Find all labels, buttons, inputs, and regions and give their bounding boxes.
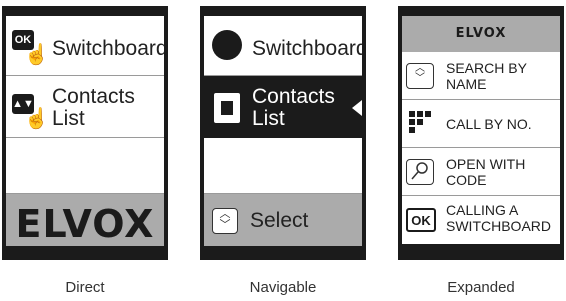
elvox-logo: ELVOX: [455, 26, 507, 41]
open-line1: OPEN WITH: [446, 156, 526, 172]
contacts-list-label: Contacts List: [252, 86, 335, 130]
search-line1: SEARCH BY: [446, 60, 527, 76]
calling-line2: SWITCHBOARD: [446, 218, 551, 234]
calling-line1: CALLING A: [446, 202, 519, 218]
open-with-code-label: OPEN WITH CODE: [446, 156, 525, 188]
navigable-panel: Switchboard Contacts List ︿ ﹀ Select: [200, 6, 366, 260]
call-by-number-item[interactable]: CALL BY NO.: [402, 100, 560, 148]
elvox-logo: ELVOX: [15, 202, 155, 246]
select-label: Select: [250, 209, 309, 232]
open-line2: CODE: [446, 172, 487, 188]
key-icon: [406, 159, 434, 185]
header: ELVOX: [402, 16, 560, 52]
calling-switchboard-item[interactable]: OK CALLING A SWITCHBOARD: [402, 196, 560, 244]
search-by-name-label: SEARCH BY NAME: [446, 60, 527, 92]
select-bar[interactable]: ︿ ﹀ Select: [204, 194, 362, 246]
logo-area: ELVOX: [6, 194, 164, 246]
contacts-label-line1: Contacts: [252, 85, 335, 108]
ok-icon: OK: [406, 208, 436, 232]
open-with-code-item[interactable]: OPEN WITH CODE: [402, 148, 560, 196]
hand-pointer-icon: ☝: [24, 44, 49, 66]
navigable-caption: Navigable: [249, 279, 317, 296]
empty-item: [6, 138, 164, 194]
direct-panel: OK ☝ Switchboard ▲▼ ☝ Contacts List ELVO…: [2, 6, 168, 260]
call-by-number-label: CALL BY NO.: [446, 116, 532, 132]
switchboard-label: Switchboard: [52, 37, 164, 60]
selection-pointer-icon: [352, 100, 362, 116]
search-line2: NAME: [446, 76, 487, 92]
expanded-screen: ELVOX ︿ ﹀ SEARCH BY NAME CALL BY NO. OPE…: [402, 16, 560, 246]
search-by-name-item[interactable]: ︿ ﹀ SEARCH BY NAME: [402, 52, 560, 100]
operator-headset-icon: [212, 30, 242, 60]
keypad-icon: [408, 110, 432, 134]
contacts-list-label: Contacts List: [52, 86, 135, 130]
expanded-caption: Expanded: [447, 279, 515, 296]
switchboard-item[interactable]: Switchboard: [204, 16, 362, 76]
expanded-panel: ELVOX ︿ ﹀ SEARCH BY NAME CALL BY NO. OPE…: [398, 6, 564, 260]
navigable-screen: Switchboard Contacts List ︿ ﹀ Select: [204, 16, 362, 246]
contacts-label-line1: Contacts: [52, 85, 135, 108]
contacts-label-line2: List: [252, 107, 285, 130]
switchboard-label: Switchboard: [252, 37, 362, 60]
contacts-label-line2: List: [52, 107, 85, 130]
calling-switchboard-label: CALLING A SWITCHBOARD: [446, 202, 551, 234]
hand-pointer-icon: ☝: [24, 108, 49, 130]
contacts-list-item-selected[interactable]: Contacts List: [204, 76, 362, 138]
direct-screen: OK ☝ Switchboard ▲▼ ☝ Contacts List ELVO…: [6, 16, 164, 246]
direct-caption: Direct: [65, 279, 105, 296]
empty-item: [204, 138, 362, 194]
bottom-bar: [402, 244, 560, 246]
up-down-arrows-icon: ︿ ﹀: [406, 63, 434, 89]
switchboard-item[interactable]: OK ☝ Switchboard: [6, 16, 164, 76]
address-book-icon: [214, 93, 240, 123]
contacts-list-item[interactable]: ▲▼ ☝ Contacts List: [6, 76, 164, 138]
up-down-arrows-icon: ︿ ﹀: [212, 208, 238, 234]
